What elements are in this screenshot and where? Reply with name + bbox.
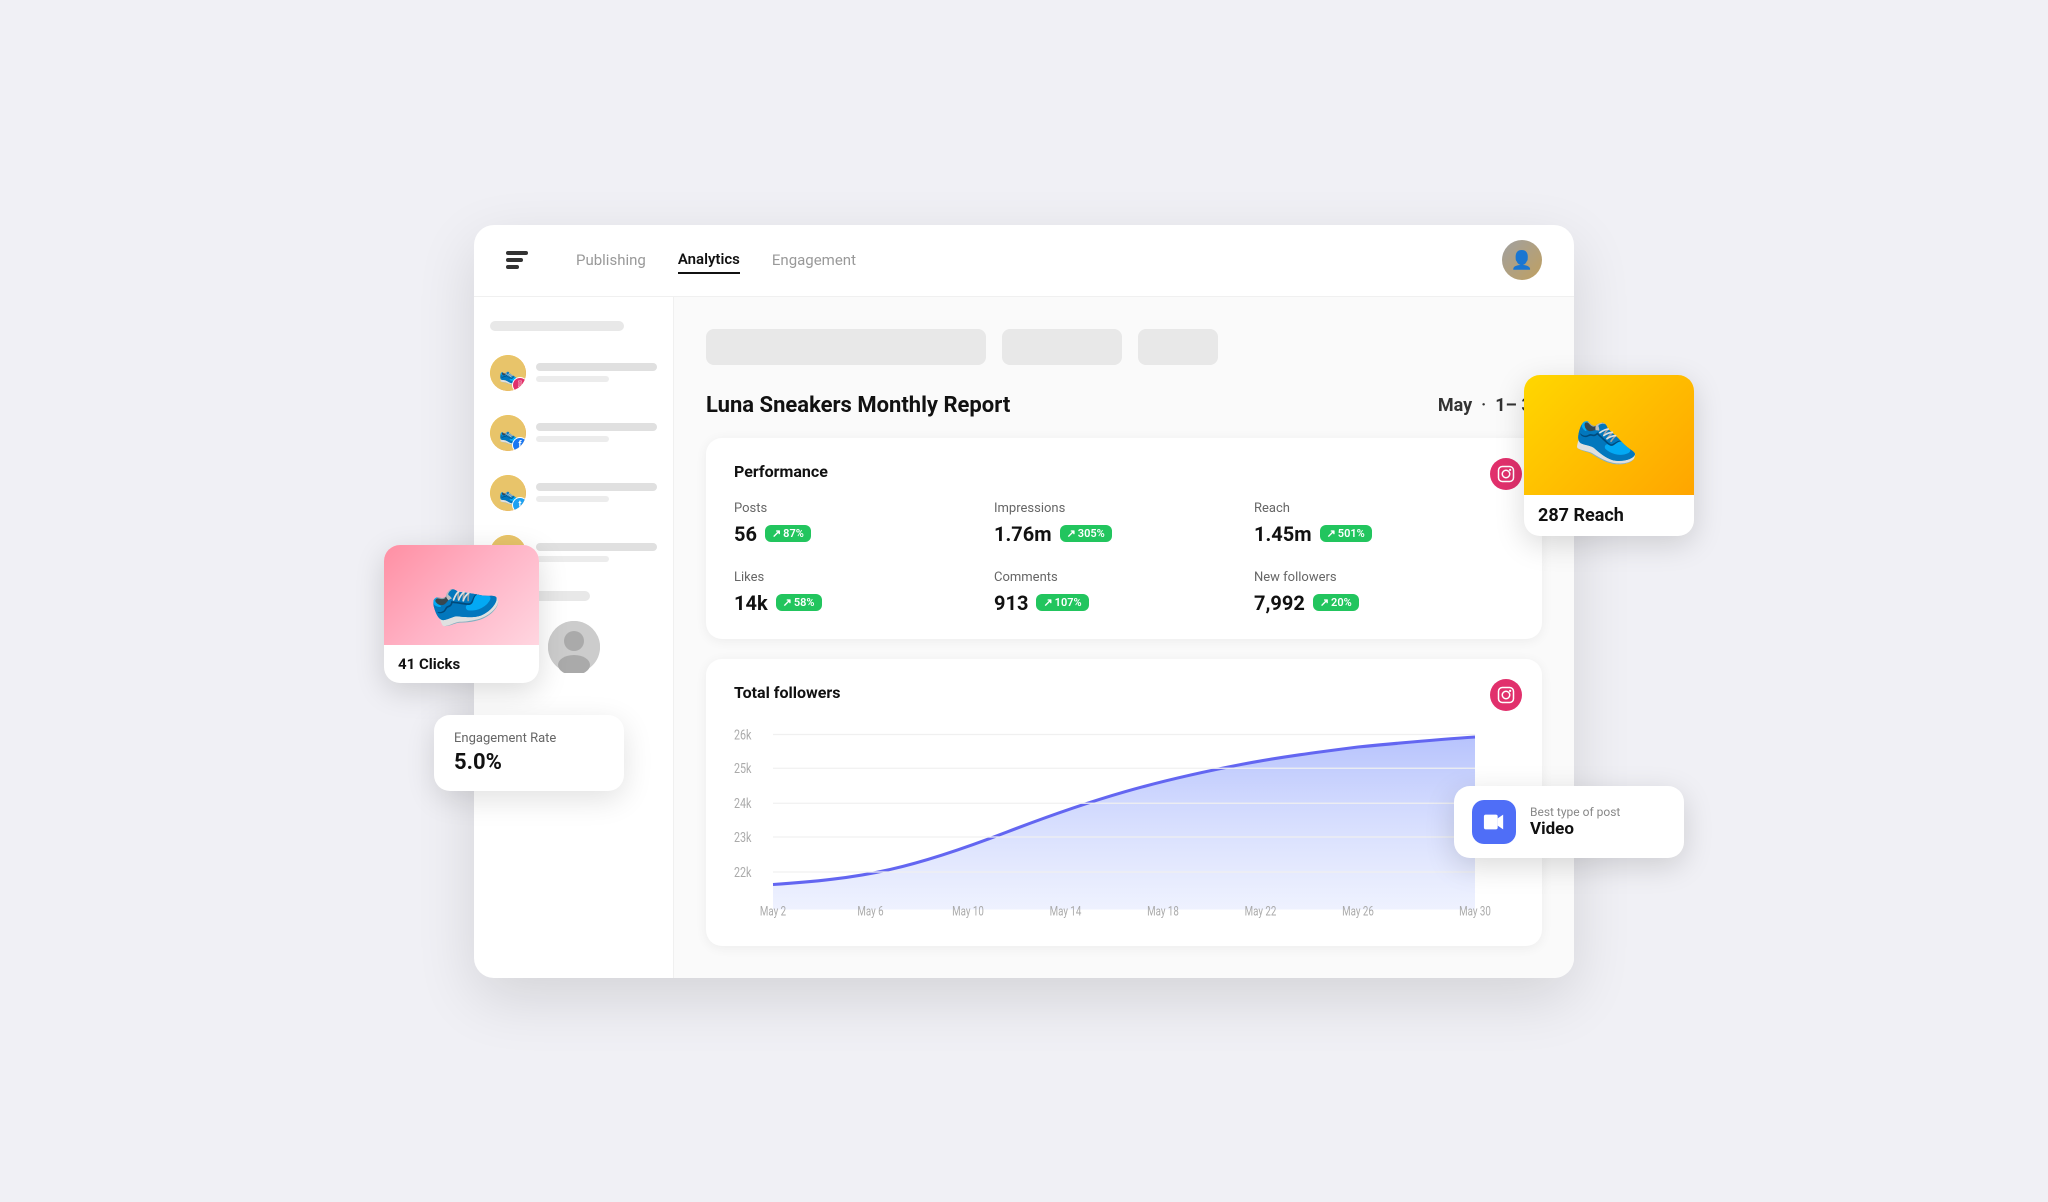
content-area:  👟 f 👟 — [474, 297, 1574, 978]
metric-impressions: Impressions 1.76m 305% — [994, 501, 1254, 546]
account-line-sm — [536, 376, 609, 382]
logo-bar-2 — [506, 258, 523, 262]
report-month: May — [1438, 395, 1472, 416]
svg-text:May 22: May 22 — [1245, 904, 1277, 918]
posts-label: Posts — [734, 501, 994, 516]
comments-badge: 107% — [1036, 594, 1088, 611]
svg-text:May 2: May 2 — [760, 904, 786, 918]
svg-text:22k: 22k — [734, 865, 752, 881]
account-line — [536, 543, 657, 551]
sh-skel-1 — [706, 329, 986, 365]
nav-engagement[interactable]: Engagement — [772, 247, 856, 273]
account-avatar-instagram:  👟 — [490, 355, 526, 391]
chart-area: 26k 25k 24k 23k 22k May 2 May 6 May 10 M… — [734, 722, 1514, 922]
report-header: Luna Sneakers Monthly Report May · 1– 31 — [706, 393, 1542, 418]
performance-card: Performance Posts 56 8 — [706, 438, 1542, 639]
clicks-label: 41 Clicks — [384, 645, 539, 683]
impressions-label: Impressions — [994, 501, 1254, 516]
sidebar-account-instagram[interactable]:  👟 — [490, 351, 657, 395]
comments-value: 913 — [994, 591, 1028, 615]
metric-comments: Comments 913 107% — [994, 570, 1254, 615]
metric-new-followers: New followers 7,992 20% — [1254, 570, 1514, 615]
engagement-label: Engagement Rate — [454, 731, 604, 746]
sh-skel-3 — [1138, 329, 1218, 365]
svg-text:26k: 26k — [734, 728, 752, 744]
account-line-sm — [536, 496, 609, 502]
svg-text:23k: 23k — [734, 830, 752, 846]
impressions-badge: 305% — [1060, 525, 1112, 542]
followers-chart-card: Total followers — [706, 659, 1542, 946]
sh-skel-2 — [1002, 329, 1122, 365]
sidebar-account-facebook[interactable]: f 👟 — [490, 411, 657, 455]
main-content: Luna Sneakers Monthly Report May · 1– 31… — [674, 297, 1574, 978]
reach-value: 1.45m — [1254, 522, 1312, 546]
floating-best-card: Best type of post Video — [1454, 786, 1684, 858]
metric-posts: Posts 56 87% — [734, 501, 994, 546]
account-line-sm — [536, 556, 609, 562]
metric-likes: Likes 14k 58% — [734, 570, 994, 615]
best-text: Best type of post Video — [1530, 805, 1620, 839]
best-type-label: Best type of post — [1530, 805, 1620, 819]
reach-image: 👟 — [1524, 375, 1694, 495]
top-nav: Publishing Analytics Engagement 👤 — [474, 225, 1574, 297]
followers-chart-svg: 26k 25k 24k 23k 22k May 2 May 6 May 10 M… — [734, 722, 1514, 922]
floating-reach-card: 👟 287 Reach — [1524, 375, 1694, 536]
performance-title: Performance — [734, 462, 1514, 481]
comments-label: Comments — [994, 570, 1254, 585]
instagram-badge:  — [512, 377, 526, 391]
impressions-value: 1.76m — [994, 522, 1052, 546]
likes-label: Likes — [734, 570, 994, 585]
main-card: Publishing Analytics Engagement 👤  👟 — [474, 225, 1574, 978]
svg-text:May 18: May 18 — [1147, 904, 1179, 918]
reach-value: 287 Reach — [1538, 505, 1624, 526]
reach-label: Reach — [1254, 501, 1514, 516]
clicks-image: 👟 — [384, 545, 539, 645]
nav-analytics[interactable]: Analytics — [678, 246, 740, 274]
new-followers-label: New followers — [1254, 570, 1514, 585]
best-type-value: Video — [1530, 819, 1620, 839]
sidebar-skeleton-1 — [490, 321, 624, 331]
floating-engagement-card: Engagement Rate 5.0% — [434, 715, 624, 791]
account-avatar-twitter: t 👟 — [490, 475, 526, 511]
account-line — [536, 483, 657, 491]
svg-text:May 6: May 6 — [857, 904, 883, 918]
posts-badge: 87% — [765, 525, 811, 542]
account-line — [536, 363, 657, 371]
svg-text:24k: 24k — [734, 797, 752, 813]
logo — [506, 251, 528, 269]
svg-text:May 10: May 10 — [952, 904, 984, 918]
video-icon — [1472, 800, 1516, 844]
new-followers-badge: 20% — [1313, 594, 1359, 611]
followers-chart-title: Total followers — [734, 683, 1514, 702]
engagement-value: 5.0% — [454, 750, 604, 775]
sidebar-bottom-avatar[interactable] — [548, 621, 600, 673]
reach-badge: 501% — [1320, 525, 1372, 542]
svg-text:25k: 25k — [734, 762, 752, 778]
svg-text:May 26: May 26 — [1342, 904, 1374, 918]
floating-clicks-card: 👟 41 Clicks — [384, 545, 539, 683]
sub-header-row — [706, 329, 1542, 365]
chart-instagram-icon — [1490, 679, 1522, 711]
metric-reach: Reach 1.45m 501% — [1254, 501, 1514, 546]
svg-text:May 14: May 14 — [1050, 904, 1082, 918]
metrics-grid: Posts 56 87% Impressions 1.76m 305% — [734, 501, 1514, 615]
posts-value: 56 — [734, 522, 757, 546]
account-avatar-facebook: f 👟 — [490, 415, 526, 451]
reach-label: 287 Reach — [1524, 495, 1694, 536]
account-line — [536, 423, 657, 431]
facebook-badge: f — [512, 437, 526, 451]
svg-text:May 30: May 30 — [1459, 904, 1491, 918]
likes-badge: 58% — [776, 594, 822, 611]
logo-bar-1 — [506, 251, 528, 255]
twitter-badge: t — [512, 497, 526, 511]
logo-bar-3 — [506, 265, 519, 269]
account-line-sm — [536, 436, 609, 442]
likes-value: 14k — [734, 591, 768, 615]
report-title: Luna Sneakers Monthly Report — [706, 393, 1010, 418]
new-followers-value: 7,992 — [1254, 591, 1305, 615]
nav-publishing[interactable]: Publishing — [576, 247, 646, 273]
instagram-icon — [1490, 458, 1522, 490]
user-avatar[interactable]: 👤 — [1502, 240, 1542, 280]
sidebar-account-twitter[interactable]: t 👟 — [490, 471, 657, 515]
